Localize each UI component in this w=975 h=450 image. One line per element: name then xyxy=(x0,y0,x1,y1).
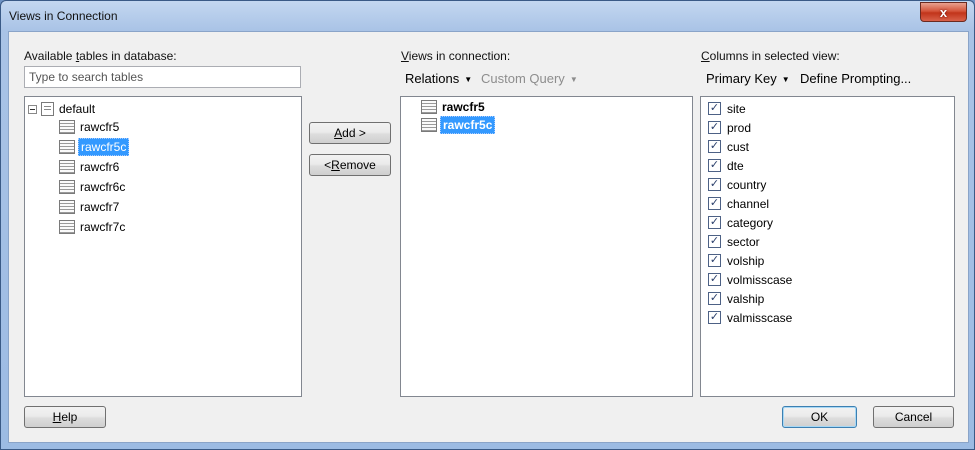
view-item[interactable]: rawcfr5 xyxy=(421,97,487,117)
checkbox-checked[interactable]: ✓ xyxy=(708,292,721,305)
dropdown-arrow-icon: ▼ xyxy=(464,75,473,84)
checkbox-checked[interactable]: ✓ xyxy=(708,121,721,134)
views-list[interactable]: rawcfr5 rawcfr5c xyxy=(400,96,693,397)
checkbox-checked[interactable]: ✓ xyxy=(708,178,721,191)
table-item[interactable]: rawcfr5c xyxy=(59,137,130,157)
tree-node-default[interactable]: default xyxy=(28,99,95,119)
table-item[interactable]: rawcfr5 xyxy=(59,117,121,137)
table-item-label: rawcfr7 xyxy=(80,200,120,214)
add-button[interactable]: Add > xyxy=(309,122,391,144)
column-item[interactable]: ✓ volship xyxy=(708,251,764,270)
column-item-label: category xyxy=(727,215,774,230)
dropdown-arrow-icon: ▼ xyxy=(569,75,578,84)
table-icon xyxy=(59,180,75,194)
table-icon xyxy=(59,220,75,234)
define-prompting-link[interactable]: Define Prompting... xyxy=(800,71,911,86)
column-item[interactable]: ✓ category xyxy=(708,213,773,232)
columns-checklist[interactable]: ✓ site ✓ prod ✓ cust ✓ dte ✓ country ✓ channel ✓ cate… xyxy=(700,96,955,397)
ok-button[interactable]: OK xyxy=(782,406,857,428)
checkbox-checked[interactable]: ✓ xyxy=(708,216,721,229)
column-item[interactable]: ✓ channel xyxy=(708,194,769,213)
database-icon xyxy=(41,102,54,116)
checkbox-checked[interactable]: ✓ xyxy=(708,197,721,210)
column-item[interactable]: ✓ valmisscase xyxy=(708,308,792,327)
table-item-label: rawcfr6c xyxy=(80,180,126,194)
column-item-label: cust xyxy=(727,139,750,154)
dropdown-arrow-icon: ▼ xyxy=(781,75,790,84)
table-icon xyxy=(59,200,75,214)
search-tables-input[interactable] xyxy=(24,66,301,88)
column-item-label: valmisscase xyxy=(727,310,793,325)
table-item-label: rawcfr7c xyxy=(80,220,126,234)
checkbox-checked[interactable]: ✓ xyxy=(708,140,721,153)
column-item[interactable]: ✓ cust xyxy=(708,137,749,156)
table-item[interactable]: rawcfr7 xyxy=(59,197,121,217)
table-item[interactable]: rawcfr7c xyxy=(59,217,127,237)
column-item-label: volmisscase xyxy=(727,272,793,287)
column-item-label: dte xyxy=(727,158,744,173)
column-item[interactable]: ✓ site xyxy=(708,99,746,118)
column-item[interactable]: ✓ prod xyxy=(708,118,751,137)
help-button[interactable]: Help xyxy=(24,406,106,428)
dialog-body: Available tables in database: default ra… xyxy=(8,31,969,443)
column-item[interactable]: ✓ dte xyxy=(708,156,744,175)
available-tables-tree[interactable]: default rawcfr5 rawcfr5c rawcfr6 rawcfr6c ra… xyxy=(24,96,302,397)
column-item[interactable]: ✓ country xyxy=(708,175,766,194)
table-item-label: rawcfr6 xyxy=(80,160,120,174)
window-title: Views in Connection xyxy=(9,9,118,23)
column-item[interactable]: ✓ volmisscase xyxy=(708,270,792,289)
table-icon xyxy=(59,160,75,174)
collapse-icon[interactable] xyxy=(28,104,37,114)
table-item[interactable]: rawcfr6 xyxy=(59,157,121,177)
title-bar: Views in Connection x xyxy=(1,1,974,31)
column-item-label: country xyxy=(727,177,767,192)
views-in-connection-dialog: Views in Connection x Available tables i… xyxy=(0,0,975,450)
columns-label: Columns in selected view: xyxy=(701,49,840,63)
custom-query-dropdown[interactable]: Custom Query ▼ xyxy=(481,71,578,86)
column-item-label: prod xyxy=(727,120,752,135)
column-item[interactable]: ✓ sector xyxy=(708,232,760,251)
close-icon: x xyxy=(939,4,948,20)
checkbox-checked[interactable]: ✓ xyxy=(708,311,721,324)
column-item-label: sector xyxy=(727,234,760,249)
table-item-label: rawcfr5c xyxy=(78,138,130,156)
checkbox-checked[interactable]: ✓ xyxy=(708,102,721,115)
view-item[interactable]: rawcfr5c xyxy=(421,115,496,135)
column-item-label: valship xyxy=(727,291,765,306)
remove-button[interactable]: < Remove xyxy=(309,154,391,176)
tree-node-label: default xyxy=(59,102,96,116)
table-item-label: rawcfr5 xyxy=(80,120,120,134)
column-item-label: volship xyxy=(727,253,765,268)
view-item-label: rawcfr5c xyxy=(440,116,496,134)
relations-dropdown[interactable]: Relations ▼ xyxy=(405,71,472,86)
primary-key-dropdown[interactable]: Primary Key ▼ xyxy=(706,71,790,86)
table-icon xyxy=(421,118,437,132)
column-item-label: site xyxy=(727,101,746,116)
checkbox-checked[interactable]: ✓ xyxy=(708,254,721,267)
view-item-label: rawcfr5 xyxy=(442,100,485,114)
close-button[interactable]: x xyxy=(920,2,967,22)
table-icon xyxy=(59,120,75,134)
views-in-connection-label: Views in connection: xyxy=(401,49,511,63)
table-icon xyxy=(59,140,75,154)
checkbox-checked[interactable]: ✓ xyxy=(708,159,721,172)
checkbox-checked[interactable]: ✓ xyxy=(708,235,721,248)
available-tables-label: Available tables in database: xyxy=(24,49,177,63)
table-icon xyxy=(421,100,437,114)
cancel-button[interactable]: Cancel xyxy=(873,406,954,428)
checkbox-checked[interactable]: ✓ xyxy=(708,273,721,286)
column-item-label: channel xyxy=(727,196,770,211)
column-item[interactable]: ✓ valship xyxy=(708,289,764,308)
table-item[interactable]: rawcfr6c xyxy=(59,177,127,197)
